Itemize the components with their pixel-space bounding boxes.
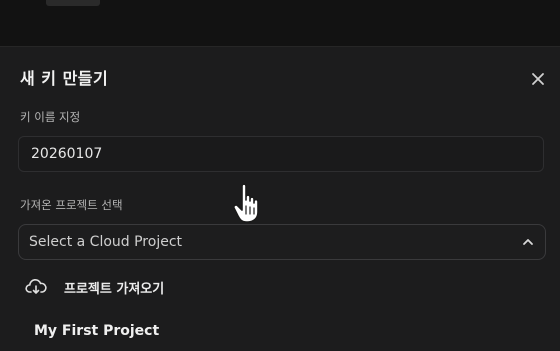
- cloud-download-icon: [25, 279, 47, 294]
- page-background: [0, 0, 560, 46]
- import-project-label: 프로젝트 가져오기: [64, 281, 165, 297]
- import-project-menu-item[interactable]: 프로젝트 가져오기: [0, 269, 560, 305]
- create-key-dialog: 새 키 만들기 키 이름 지정 20260107 가져온 프로젝트 선택 Sel…: [0, 46, 560, 351]
- project-option[interactable]: My First Project: [0, 313, 560, 349]
- key-name-value: 20260107: [31, 146, 103, 162]
- key-name-label: 키 이름 지정: [20, 110, 81, 124]
- project-select[interactable]: Select a Cloud Project: [18, 224, 546, 260]
- close-button[interactable]: [526, 67, 550, 91]
- close-icon: [532, 73, 544, 85]
- background-thumbnail: [46, 0, 100, 6]
- project-option-label: My First Project: [34, 323, 160, 339]
- chevron-up-icon: [523, 239, 533, 245]
- dialog-title: 새 키 만들기: [20, 69, 109, 88]
- key-name-input[interactable]: 20260107: [18, 136, 544, 172]
- project-select-placeholder: Select a Cloud Project: [29, 234, 183, 250]
- project-select-label: 가져온 프로젝트 선택: [20, 198, 123, 212]
